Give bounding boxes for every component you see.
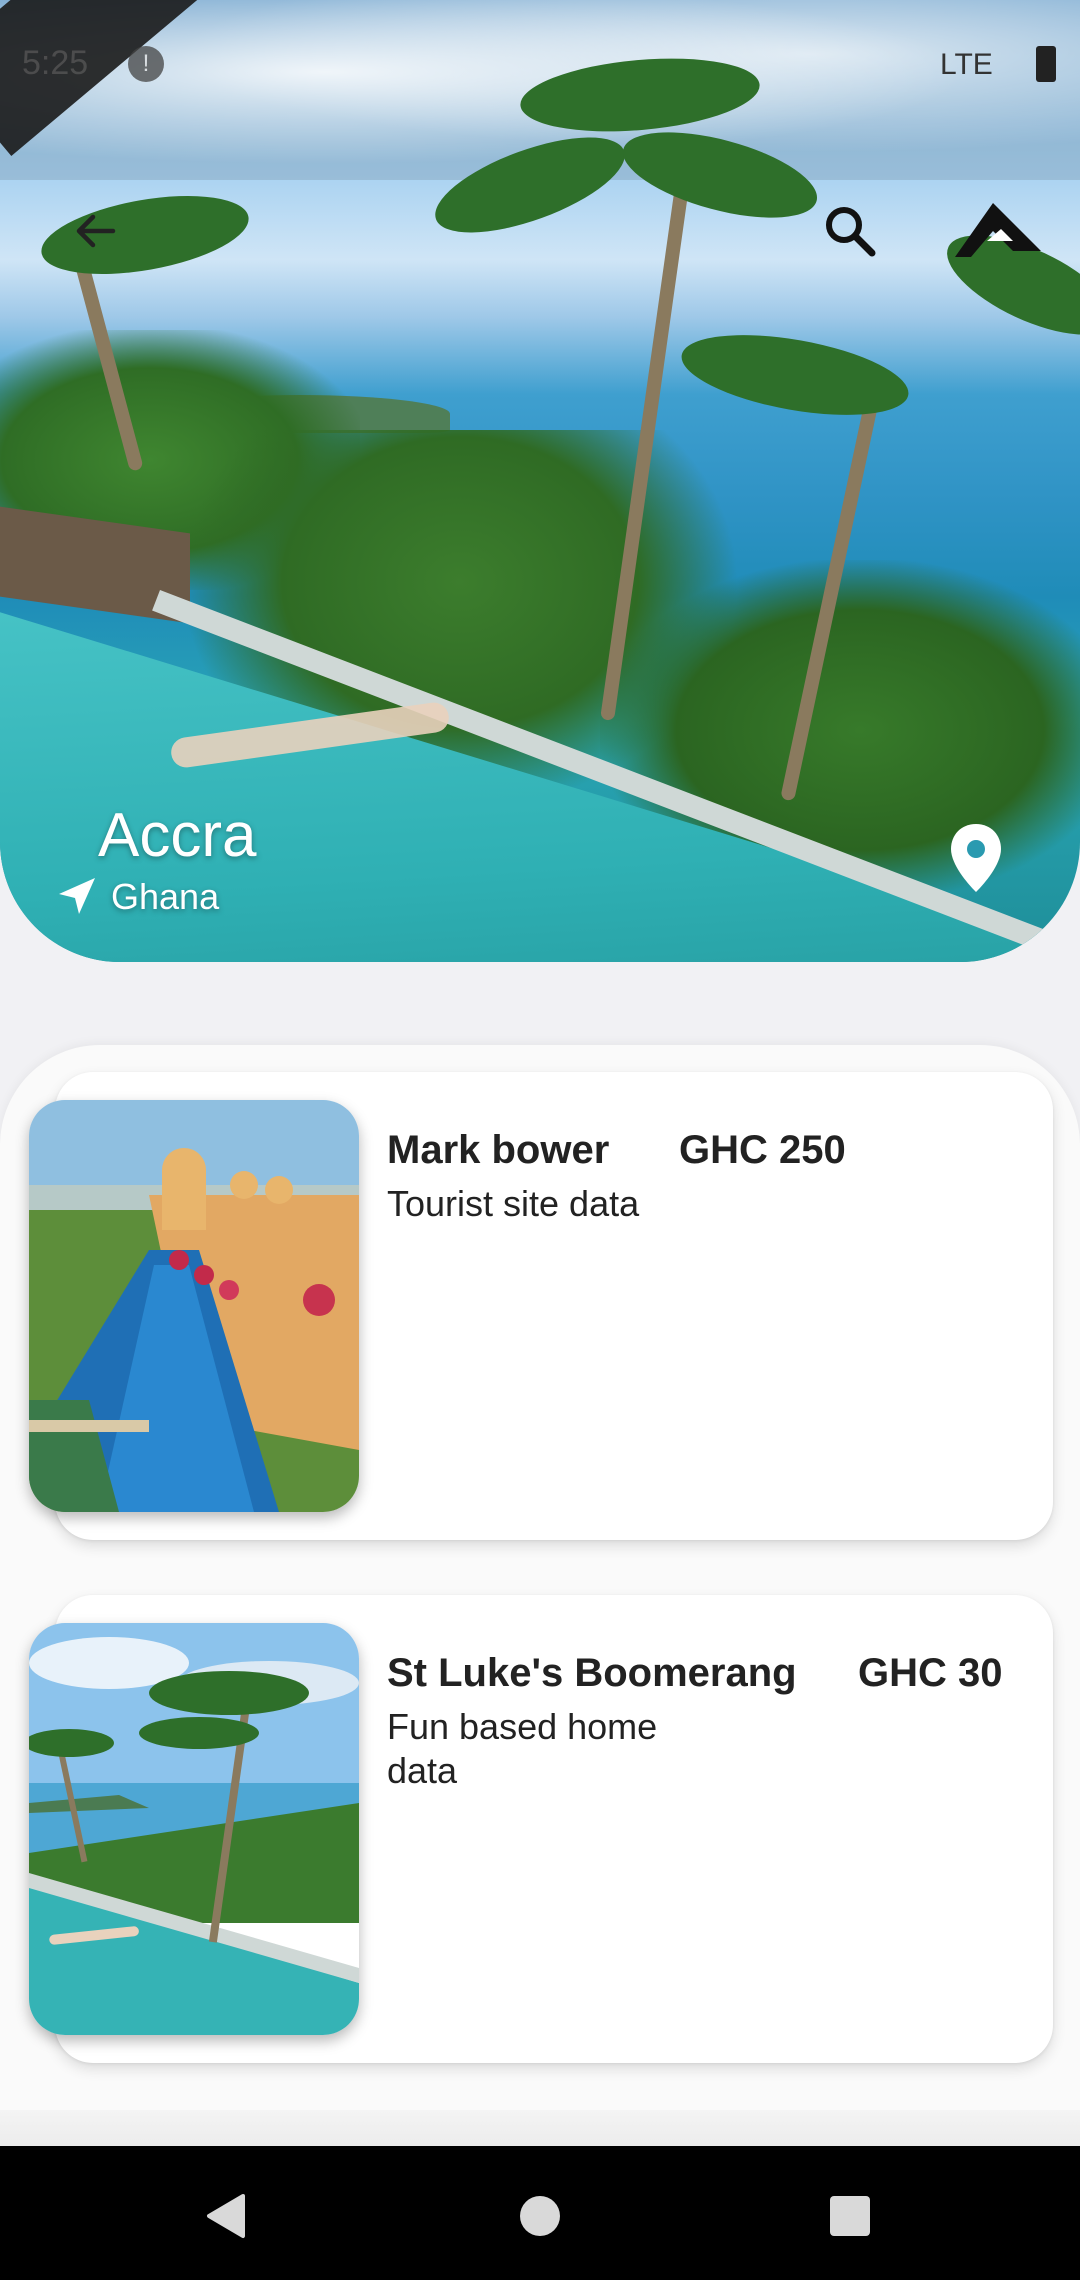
resort-pool-image: [29, 1623, 359, 2035]
map-pin-icon: [951, 824, 1001, 892]
listing-title: Mark bower: [387, 1128, 610, 1172]
nav-home-button[interactable]: [500, 2176, 580, 2256]
battery-icon: [1036, 46, 1056, 82]
arrow-back-icon: [76, 214, 116, 248]
nav-recent-button[interactable]: [810, 2176, 890, 2256]
listing-thumbnail[interactable]: [29, 1623, 359, 2035]
search-icon: [826, 207, 876, 257]
search-button[interactable]: [815, 196, 885, 266]
back-button[interactable]: [60, 196, 130, 266]
list-bottom-edge: [0, 2110, 1080, 2146]
city-name: Accra: [98, 801, 257, 870]
alert-icon: !: [128, 46, 164, 82]
triangle-back-icon: [207, 2194, 245, 2238]
status-time: 5:25: [22, 44, 89, 82]
square-recent-icon: [830, 2196, 870, 2236]
listing-description: Fun based home data: [387, 1706, 658, 1791]
map-pin-button[interactable]: [948, 822, 1004, 894]
listing-description: Tourist site data: [387, 1183, 640, 1224]
listing-title: St Luke's Boomerang: [387, 1651, 797, 1695]
status-bar: 5:25 ! LTE: [0, 0, 1080, 130]
country-name: Ghana: [111, 876, 220, 917]
brand-logo-icon: [955, 203, 1041, 257]
network-indicator: LTE: [940, 48, 993, 81]
listing-price: GHC 250: [679, 1128, 846, 1172]
navigation-arrow-icon: [59, 878, 95, 914]
palace-pool-image: [29, 1100, 359, 1512]
listing-thumbnail[interactable]: [29, 1100, 359, 1512]
circle-home-icon: [520, 2196, 560, 2236]
brand-logo-button[interactable]: [948, 196, 1048, 266]
nav-back-button[interactable]: [185, 2176, 265, 2256]
listing-price: GHC 30: [858, 1651, 1003, 1695]
system-nav-bar: [0, 2146, 1080, 2280]
country-row: Ghana: [55, 876, 219, 918]
palm-frond: [675, 320, 915, 430]
